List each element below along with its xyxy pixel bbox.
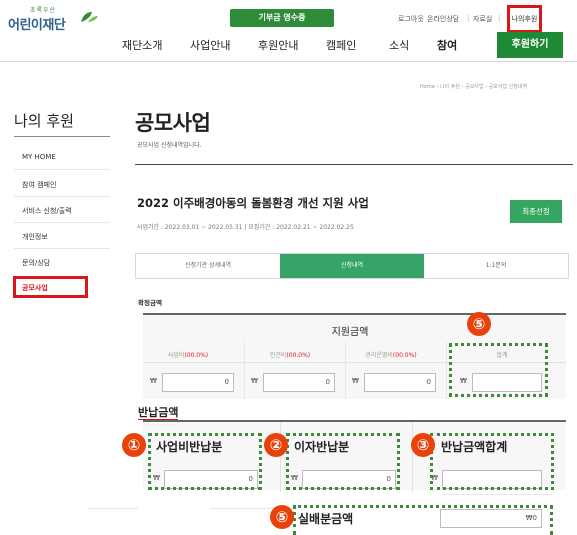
utility-separator: | <box>498 14 501 22</box>
annotation-highlight-total <box>449 343 548 397</box>
status-badge: 최종선정 <box>510 200 562 223</box>
project-cost-input[interactable]: 0 <box>162 373 234 392</box>
my-donation-link[interactable]: 나의후원 <box>507 5 542 33</box>
nav-item-about[interactable]: 재단소개 <box>122 37 162 53</box>
nav-item-news[interactable]: 소식 <box>389 37 409 53</box>
sidebar-item-contest[interactable]: 공모사업 <box>22 283 48 293</box>
receipt-button[interactable]: 기부금 영수증 <box>230 9 334 27</box>
sidebar-item-service[interactable]: 서비스 신청/출력 <box>22 206 72 216</box>
logo[interactable]: 어린이재단 <box>8 14 66 33</box>
sidebar-item-my-home[interactable]: MY HOME <box>22 153 56 161</box>
tab-org-details[interactable]: 신청기관 상세내역 <box>136 254 280 278</box>
confirmed-amount-label: 확정금액 <box>138 299 162 307</box>
breadcrumb: Home › 나의 후원 › 공모사업 › 공모사업 신청내역 <box>420 84 528 90</box>
sidebar-item-inquiry[interactable]: 문의/상담 <box>22 258 50 268</box>
page-description: 공모사업 신청내역입니다. <box>137 142 202 149</box>
sidebar-divider <box>14 222 110 223</box>
currency-symbol: ₩ <box>251 377 258 385</box>
sidebar-item-campaign[interactable]: 참여 캠페인 <box>22 180 56 190</box>
annotation-highlight-refund-total <box>430 433 554 490</box>
annotation-badge-5: ⑤ <box>467 312 491 336</box>
admin-cost-input[interactable]: 0 <box>364 373 436 392</box>
annotation-badge-2: ② <box>264 433 288 457</box>
support-amount-header: 지원금액 <box>331 327 369 338</box>
currency-symbol: ₩ <box>352 377 359 385</box>
tab-application[interactable]: 신청내역 <box>280 254 424 278</box>
sidebar-item-profile[interactable]: 개인정보 <box>22 232 48 242</box>
nav-item-campaign[interactable]: 캠페인 <box>326 37 356 53</box>
annotation-badge-3: ③ <box>411 433 435 457</box>
column-header-labor-cost: 인건비(00.0%) <box>269 352 311 359</box>
online-counsel-link[interactable]: 온라인상담 <box>427 14 459 24</box>
nav-item-donation-guide[interactable]: 후원안내 <box>258 37 298 53</box>
sidebar-divider <box>14 169 110 170</box>
column-divider <box>345 342 346 399</box>
refund-amount-label: 반납금액 <box>138 406 179 420</box>
divider <box>88 508 138 509</box>
sidebar-divider <box>14 248 110 249</box>
nav-item-participate[interactable]: 참여 <box>437 37 457 53</box>
page-title: 공모사업 <box>135 111 211 135</box>
column-divider <box>412 422 413 492</box>
project-title: 2022 이주배경아동의 돌봄환경 개선 지원 사업 <box>137 196 369 210</box>
column-header-admin-cost: 관리운영비(00.0%) <box>365 352 417 359</box>
logout-link[interactable]: 로그아웃 <box>398 14 424 24</box>
archive-link[interactable]: 자료실 <box>473 14 492 24</box>
utility-separator: | <box>421 14 424 22</box>
annotation-highlight-project-refund <box>148 433 262 490</box>
annotation-highlight-interest-refund <box>286 433 400 490</box>
leaf-logo-icon <box>81 12 98 22</box>
utility-separator: | <box>467 14 470 22</box>
tab-one-on-one[interactable]: 1:1문의 <box>424 254 568 278</box>
header-divider <box>0 61 577 62</box>
sidebar-title-divider <box>14 136 110 137</box>
labor-cost-input[interactable]: 0 <box>263 373 335 392</box>
project-dates: 사업기간 : 2022.03.01 ~ 2022.05.31 | 모집기간 : … <box>137 224 354 231</box>
annotation-badge-5-actual: ⑤ <box>270 505 294 529</box>
divider <box>442 494 552 495</box>
sidebar-divider <box>14 196 110 197</box>
logo-subtitle: 초록우산 <box>30 7 57 14</box>
column-divider <box>446 342 447 399</box>
column-divider <box>280 422 281 492</box>
donate-button[interactable]: 후원하기 <box>497 32 563 58</box>
nav-item-business[interactable]: 사업안내 <box>190 37 230 53</box>
column-header-project-cost: 사업비(00.0%) <box>167 352 209 359</box>
sidebar-title: 나의 후원 <box>14 112 74 130</box>
currency-symbol: ₩ <box>150 377 157 385</box>
annotation-highlight-actual <box>293 505 553 535</box>
title-divider <box>135 164 573 165</box>
column-divider <box>244 342 245 399</box>
annotation-badge-1: ① <box>122 433 146 457</box>
